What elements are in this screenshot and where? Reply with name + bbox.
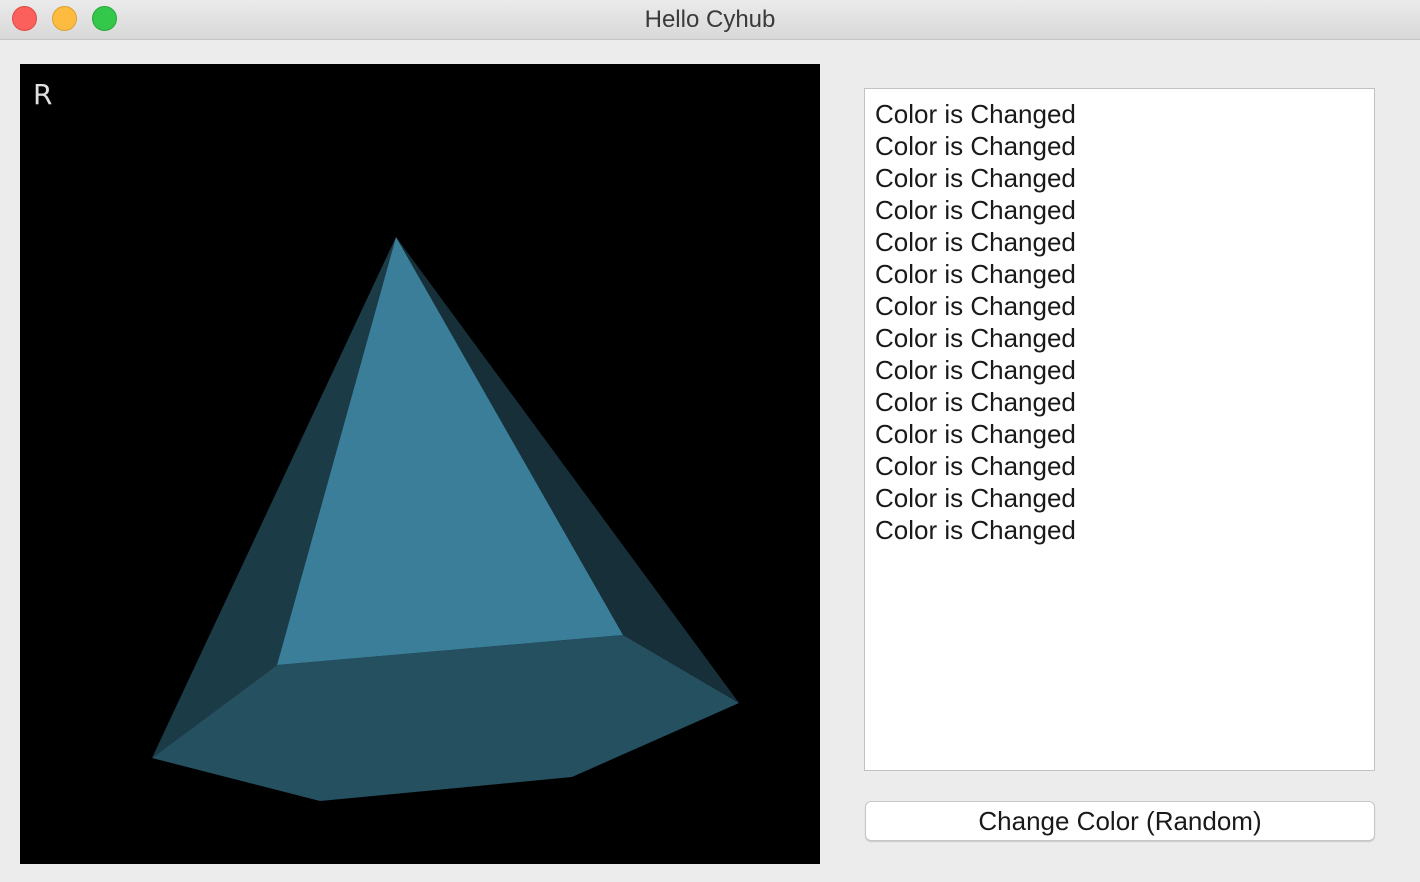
message-log[interactable]: Color is Changed Color is Changed Color is…	[864, 88, 1375, 771]
log-line: Color is Changed	[875, 451, 1076, 481]
log-line: Color is Changed	[875, 131, 1076, 161]
log-line: Color is Changed	[875, 163, 1076, 193]
opengl-viewport[interactable]: R	[20, 64, 820, 864]
log-line: Color is Changed	[875, 515, 1076, 545]
log-line: Color is Changed	[875, 227, 1076, 257]
log-line: Color is Changed	[875, 259, 1076, 289]
log-line: Color is Changed	[875, 99, 1076, 129]
log-line: Color is Changed	[875, 323, 1076, 353]
title-bar: Hello Cyhub	[0, 0, 1420, 40]
log-line: Color is Changed	[875, 483, 1076, 513]
log-line: Color is Changed	[875, 291, 1076, 321]
window-title: Hello Cyhub	[644, 6, 776, 33]
log-line: Color is Changed	[875, 355, 1076, 385]
log-line: Color is Changed	[875, 195, 1076, 225]
log-line: Color is Changed	[875, 419, 1076, 449]
viewport-overlay-label: R	[33, 78, 53, 111]
change-color-button[interactable]: Change Color (Random)	[865, 801, 1375, 841]
app-window: Hello Cyhub R Color is Changed Color is C…	[0, 0, 1420, 882]
pyramid-render	[152, 237, 739, 801]
log-line: Color is Changed	[875, 387, 1076, 417]
